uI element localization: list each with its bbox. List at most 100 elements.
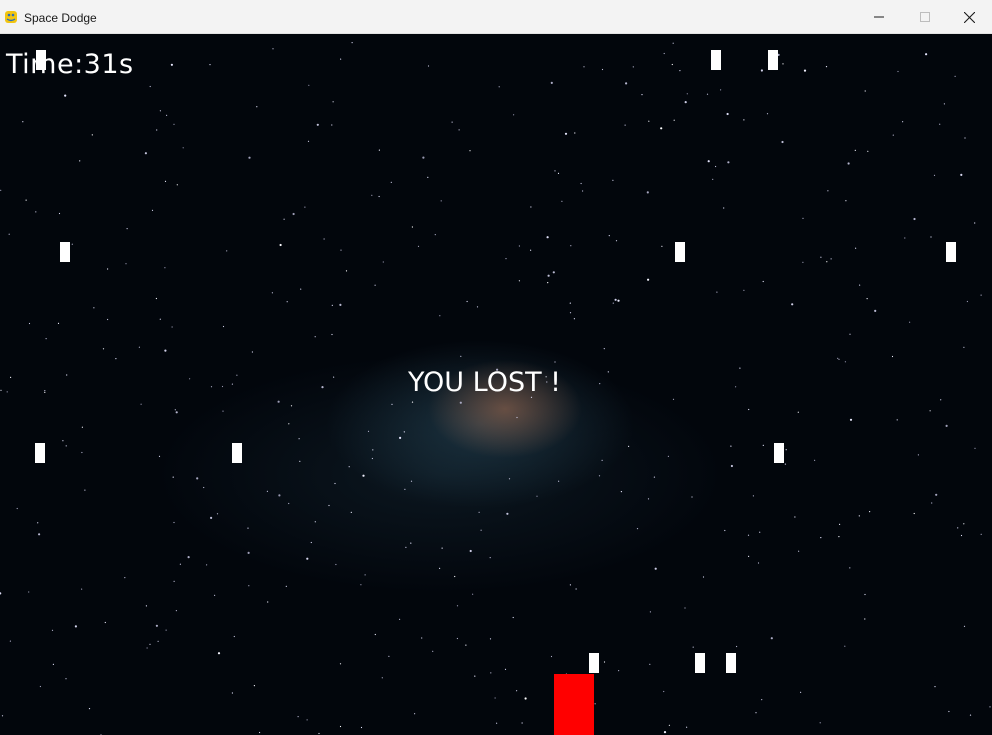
background-star — [561, 200, 563, 202]
background-star — [838, 536, 840, 538]
background-star — [736, 645, 738, 648]
background-star — [476, 306, 479, 308]
background-star — [663, 690, 665, 693]
background-star — [231, 383, 233, 385]
background-star — [332, 101, 334, 103]
background-star — [454, 575, 456, 578]
background-star — [547, 274, 550, 277]
close-icon — [963, 11, 975, 23]
background-star — [173, 123, 175, 125]
background-star — [671, 63, 673, 66]
background-star — [51, 629, 54, 631]
minimize-button[interactable] — [856, 0, 902, 34]
background-star — [826, 261, 828, 263]
background-star — [869, 511, 871, 513]
background-star — [285, 585, 287, 588]
background-star — [925, 53, 928, 56]
background-star — [854, 149, 856, 151]
background-star — [64, 94, 67, 97]
background-star — [891, 355, 894, 358]
background-star — [125, 263, 127, 265]
background-star — [974, 447, 976, 449]
game-canvas[interactable]: Time:31s YOU LOST ! — [0, 34, 992, 735]
background-star — [179, 563, 181, 565]
background-star — [124, 577, 126, 579]
background-star — [620, 491, 623, 493]
background-star — [155, 297, 157, 300]
background-star — [259, 731, 261, 734]
background-star — [6, 391, 8, 393]
background-star — [798, 550, 800, 552]
background-star — [1, 715, 4, 717]
background-star — [896, 419, 898, 421]
background-star — [963, 523, 965, 525]
background-star — [963, 625, 966, 627]
background-star — [298, 438, 300, 440]
falling-star — [726, 653, 736, 673]
background-star — [304, 206, 306, 208]
background-star — [292, 212, 295, 216]
background-star — [516, 690, 518, 692]
background-star — [702, 576, 705, 578]
background-star — [917, 454, 920, 456]
background-star — [321, 386, 324, 389]
background-star — [140, 403, 142, 405]
background-star — [469, 150, 471, 152]
background-star — [755, 712, 757, 714]
background-star — [660, 127, 663, 130]
background-star — [381, 677, 383, 679]
background-star — [684, 607, 686, 609]
background-star — [231, 692, 233, 694]
falling-star — [774, 443, 784, 463]
background-star — [156, 129, 158, 131]
background-star — [469, 549, 472, 553]
background-star — [266, 490, 268, 492]
background-star — [157, 640, 159, 643]
background-star — [247, 551, 250, 555]
background-star — [187, 556, 190, 559]
background-star — [278, 494, 281, 497]
background-star — [707, 160, 710, 163]
background-star — [439, 315, 441, 317]
background-star — [421, 637, 423, 639]
background-star — [739, 367, 741, 369]
falling-star — [589, 653, 599, 673]
background-star — [730, 445, 732, 447]
background-star — [440, 200, 442, 202]
background-star — [196, 477, 199, 480]
background-star — [601, 459, 603, 461]
background-star — [146, 647, 148, 649]
background-star — [849, 567, 851, 569]
background-star — [730, 464, 734, 468]
background-star — [404, 488, 406, 490]
background-star — [536, 495, 538, 497]
background-star — [299, 460, 301, 462]
background-star — [81, 588, 83, 590]
background-star — [902, 121, 904, 123]
close-button[interactable] — [946, 0, 992, 34]
background-star — [145, 605, 147, 607]
background-star — [601, 68, 604, 71]
background-star — [716, 291, 718, 293]
background-star — [963, 346, 965, 348]
background-star — [672, 42, 674, 44]
background-star — [550, 81, 553, 84]
background-star — [636, 528, 639, 530]
background-star — [550, 655, 553, 658]
background-star — [574, 132, 576, 134]
background-star — [44, 391, 46, 393]
background-star — [410, 480, 413, 482]
background-star — [607, 371, 609, 373]
background-star — [570, 245, 572, 247]
maximize-button[interactable] — [902, 0, 948, 34]
background-star — [686, 93, 688, 95]
background-star — [724, 529, 726, 532]
background-star — [283, 218, 285, 220]
title-bar[interactable]: Space Dodge — [0, 0, 992, 34]
background-star — [65, 445, 67, 447]
background-star — [176, 184, 178, 186]
background-star — [138, 346, 140, 348]
background-star — [516, 416, 518, 419]
background-star — [0, 592, 2, 595]
background-star — [692, 646, 694, 648]
